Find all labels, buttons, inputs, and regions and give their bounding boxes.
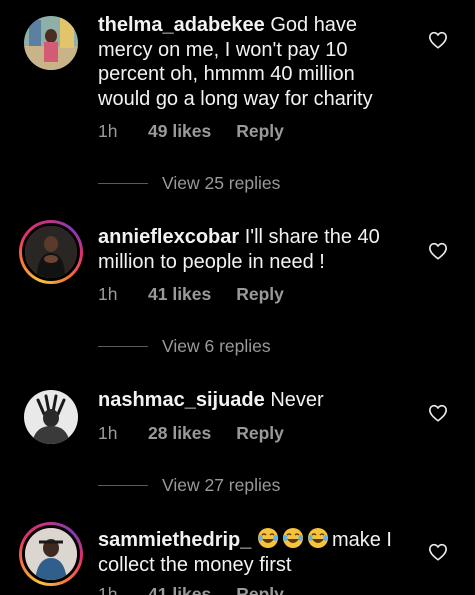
avatar[interactable] — [19, 522, 83, 586]
comment-likes[interactable]: 49 likes — [148, 121, 211, 142]
comment-meta: 1h 41 likes Reply — [98, 584, 284, 595]
comment-username[interactable]: sammiethedrip_ — [98, 529, 251, 551]
comment-username[interactable]: nashmac_sijuade — [98, 389, 265, 411]
comment-meta: 1h 28 likes Reply — [98, 423, 284, 444]
comment-text: nashmac_sijuade Never — [98, 388, 398, 413]
heart-outline-icon[interactable] — [428, 543, 448, 561]
avatar[interactable] — [19, 220, 83, 284]
comment-likes[interactable]: 28 likes — [148, 423, 211, 444]
comment-username[interactable]: thelma_adabekee — [98, 14, 265, 36]
comment-likes[interactable]: 41 likes — [148, 284, 211, 305]
face-with-tears-of-joy-icon — [307, 527, 329, 549]
comment-text: thelma_adabekee God have mercy on me, I … — [98, 13, 398, 111]
reply-button[interactable]: Reply — [236, 584, 284, 595]
comment-time: 1h — [98, 584, 118, 595]
view-replies-button[interactable]: View 27 replies — [98, 475, 280, 496]
view-replies-label: View 25 replies — [162, 173, 281, 193]
comment-time: 1h — [98, 121, 118, 141]
reply-button[interactable]: Reply — [236, 284, 284, 305]
avatar[interactable] — [24, 390, 78, 444]
face-with-tears-of-joy-icon — [282, 527, 304, 549]
heart-outline-icon[interactable] — [428, 31, 448, 49]
view-replies-button[interactable]: View 6 replies — [98, 336, 271, 357]
view-replies-button[interactable]: View 25 replies — [98, 173, 280, 194]
comment-text: sammiethedrip_ make I collect the money … — [98, 527, 398, 577]
comment-meta: 1h 41 likes Reply — [98, 284, 284, 305]
divider-line — [98, 485, 148, 486]
heart-outline-icon[interactable] — [428, 242, 448, 260]
comment-time: 1h — [98, 284, 118, 304]
comment-time: 1h — [98, 423, 118, 443]
comment-text: annieflexcobar I'll share the 40 million… — [98, 225, 398, 274]
avatar[interactable] — [24, 16, 78, 70]
comment-likes[interactable]: 41 likes — [148, 584, 211, 595]
comment-body: Never — [270, 389, 324, 411]
view-replies-label: View 6 replies — [162, 336, 271, 356]
comment-meta: 1h 49 likes Reply — [98, 121, 284, 142]
reply-button[interactable]: Reply — [236, 423, 284, 444]
view-replies-label: View 27 replies — [162, 475, 281, 495]
heart-outline-icon[interactable] — [428, 404, 448, 422]
comment-username[interactable]: annieflexcobar — [98, 226, 239, 248]
face-with-tears-of-joy-icon — [257, 527, 279, 549]
divider-line — [98, 183, 148, 184]
reply-button[interactable]: Reply — [236, 121, 284, 142]
divider-line — [98, 346, 148, 347]
